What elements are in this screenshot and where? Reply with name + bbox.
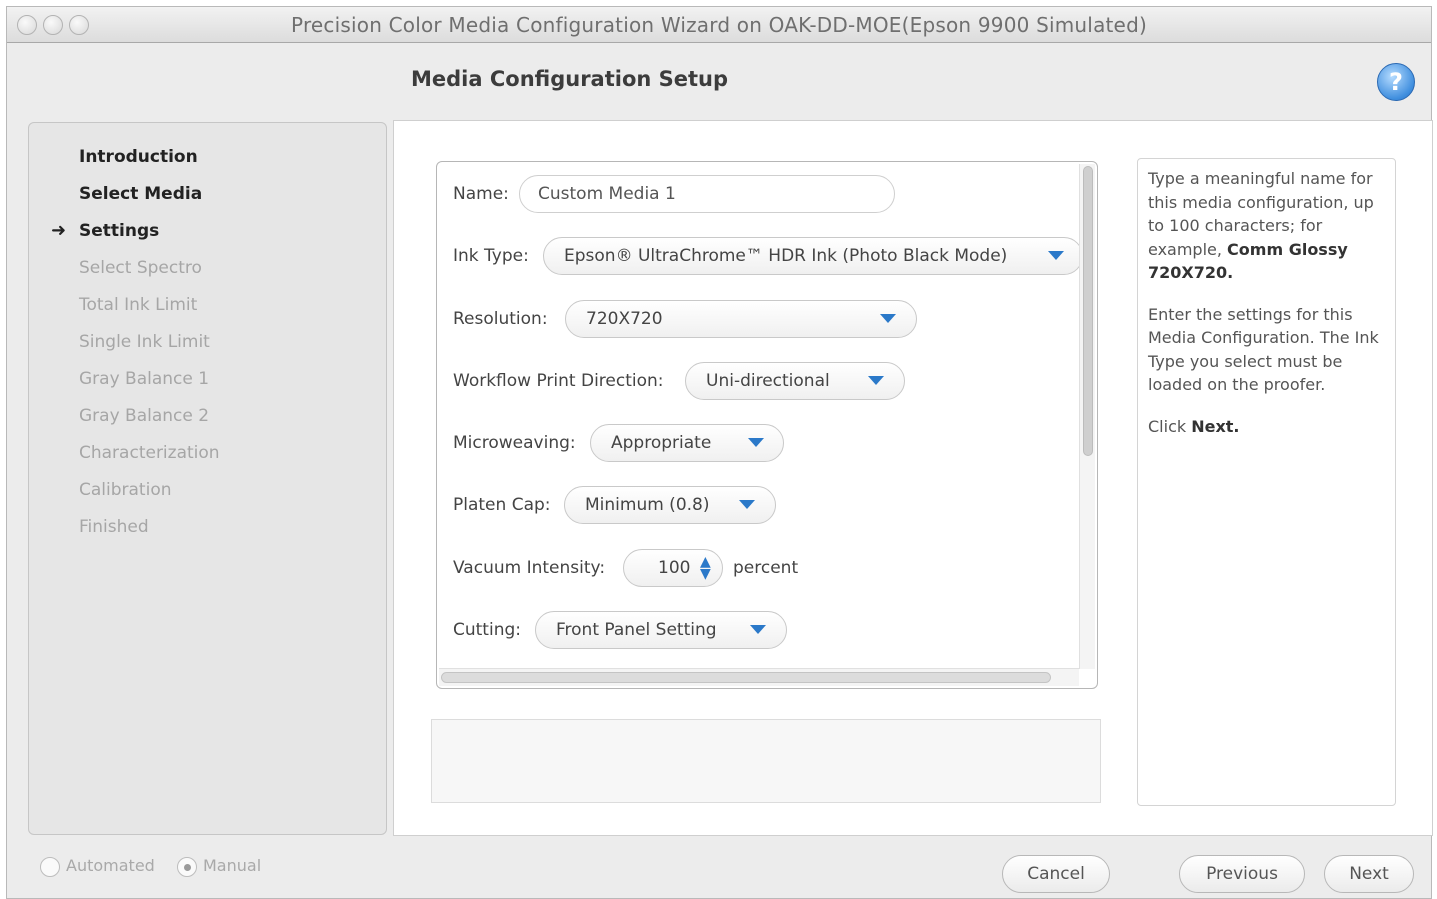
help-text-panel: Type a meaningful name for this media co…	[1137, 158, 1396, 806]
help-text-click: Click	[1148, 416, 1187, 436]
name-input[interactable]: Custom Media 1	[519, 175, 895, 213]
chevron-down-icon	[880, 314, 896, 323]
help-paragraph-3: Click Next.	[1148, 415, 1385, 439]
manual-label: Manual	[203, 856, 262, 875]
horizontal-scroll-thumb[interactable]	[441, 672, 1051, 683]
previous-button[interactable]: Previous	[1179, 855, 1305, 893]
cutting-select[interactable]: Front Panel Setting	[535, 611, 787, 649]
chevron-down-icon	[1048, 251, 1064, 260]
wizard-window: Precision Color Media Configuration Wiza…	[6, 6, 1433, 899]
status-message-area	[431, 719, 1101, 803]
automated-label: Automated	[66, 856, 155, 875]
resolution-value: 720X720	[586, 309, 663, 329]
step-gray-balance-2: Gray Balance 2	[79, 406, 210, 426]
mode-radio-group: Automated Manual	[40, 856, 261, 877]
current-step-arrow-icon: ➜	[51, 220, 67, 241]
platen-cap-value: Minimum (0.8)	[585, 495, 710, 515]
step-characterization: Characterization	[79, 443, 220, 463]
platen-cap-label: Platen Cap:	[453, 495, 551, 515]
workflow-print-direction-label: Workflow Print Direction:	[453, 371, 664, 391]
vacuum-intensity-stepper[interactable]: 100 ▲ ▼	[623, 549, 723, 587]
step-calibration: Calibration	[79, 480, 172, 500]
step-finished: Finished	[79, 517, 149, 537]
ink-type-label: Ink Type:	[453, 246, 529, 266]
microweaving-select[interactable]: Appropriate	[590, 424, 784, 462]
main-content: Name: Custom Media 1 Ink Type: Epson® Ul…	[393, 120, 1433, 836]
horizontal-scrollbar[interactable]	[439, 668, 1079, 686]
cutting-label: Cutting:	[453, 620, 521, 640]
cutting-value: Front Panel Setting	[556, 620, 717, 640]
chevron-down-icon	[750, 625, 766, 634]
page-title: Media Configuration Setup	[411, 67, 729, 91]
help-paragraph-1: Type a meaningful name for this media co…	[1148, 167, 1385, 285]
microweaving-value: Appropriate	[611, 433, 712, 453]
next-button[interactable]: Next	[1324, 855, 1414, 893]
wizard-steps-sidebar: Introduction Select Media ➜ Settings Sel…	[28, 122, 387, 835]
settings-form-panel: Name: Custom Media 1 Ink Type: Epson® Ul…	[436, 161, 1098, 689]
microweaving-label: Microweaving:	[453, 433, 576, 453]
step-select-media: Select Media	[79, 184, 203, 204]
cancel-button[interactable]: Cancel	[1002, 855, 1110, 893]
chevron-down-icon	[748, 438, 764, 447]
vacuum-intensity-label: Vacuum Intensity:	[453, 558, 606, 578]
title-bar: Precision Color Media Configuration Wiza…	[7, 7, 1431, 43]
step-introduction: Introduction	[79, 147, 198, 167]
step-total-ink-limit: Total Ink Limit	[79, 295, 198, 315]
workflow-print-direction-value: Uni-directional	[706, 371, 830, 391]
manual-radio[interactable]	[177, 856, 197, 877]
help-text-next: Next.	[1191, 416, 1240, 436]
platen-cap-select[interactable]: Minimum (0.8)	[564, 486, 776, 524]
step-single-ink-limit: Single Ink Limit	[79, 332, 210, 352]
step-settings: Settings	[79, 221, 160, 241]
resolution-select[interactable]: 720X720	[565, 300, 917, 338]
vacuum-intensity-unit: percent	[733, 558, 799, 578]
resolution-label: Resolution:	[453, 309, 548, 329]
name-label: Name:	[453, 184, 509, 204]
vertical-scrollbar[interactable]	[1079, 164, 1095, 669]
help-icon[interactable]: ?	[1377, 63, 1415, 101]
step-gray-balance-1: Gray Balance 1	[79, 369, 210, 389]
ink-type-value: Epson® UltraChrome™ HDR Ink (Photo Black…	[564, 246, 1008, 266]
stepper-arrows-icon[interactable]: ▲ ▼	[700, 555, 711, 581]
window-title: Precision Color Media Configuration Wiza…	[291, 13, 1147, 37]
vertical-scroll-thumb[interactable]	[1083, 166, 1093, 456]
workflow-print-direction-select[interactable]: Uni-directional	[685, 362, 905, 400]
vacuum-intensity-value: 100	[658, 558, 691, 578]
chevron-down-icon	[739, 500, 755, 509]
ink-type-select[interactable]: Epson® UltraChrome™ HDR Ink (Photo Black…	[543, 237, 1083, 275]
help-paragraph-2: Enter the settings for this Media Config…	[1148, 304, 1379, 395]
automated-radio[interactable]	[40, 856, 60, 877]
step-select-spectro: Select Spectro	[79, 258, 202, 278]
chevron-down-icon	[868, 376, 884, 385]
